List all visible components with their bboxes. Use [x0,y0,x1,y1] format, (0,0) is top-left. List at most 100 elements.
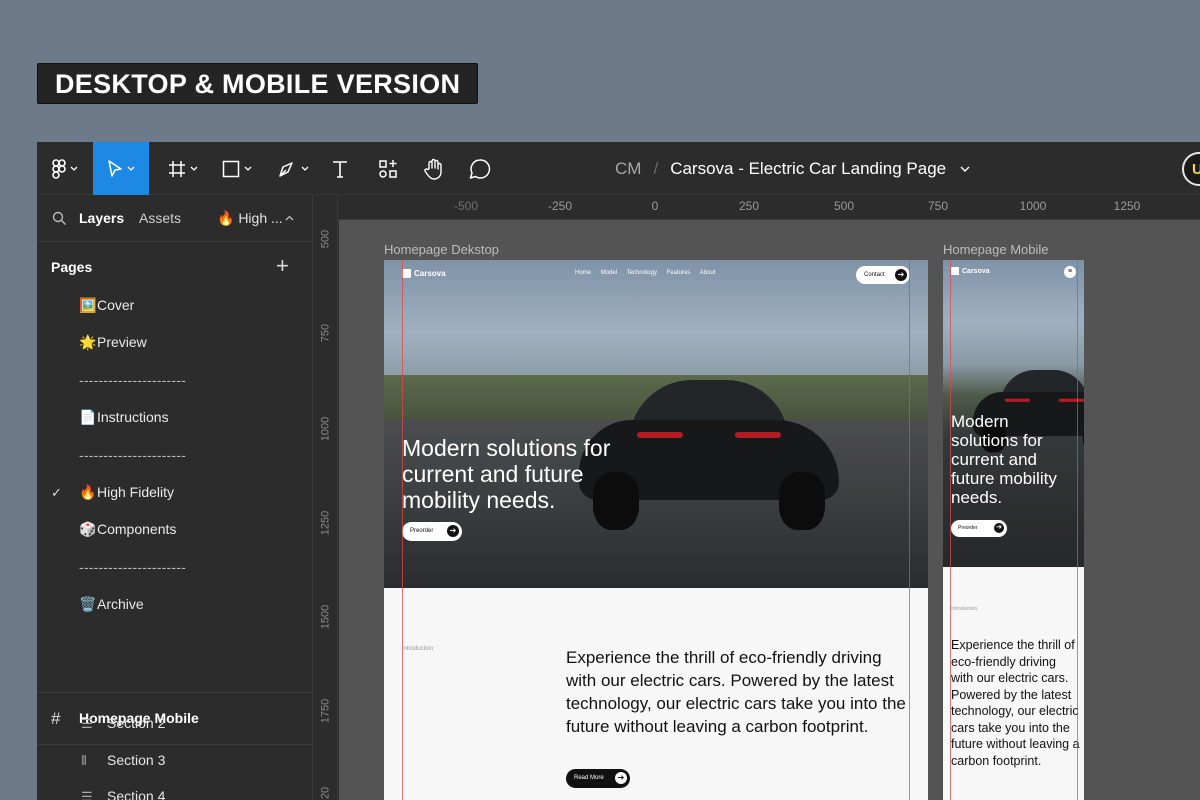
hand-icon [424,158,442,180]
chevron-down-icon[interactable] [960,166,970,172]
mobile-site-logo[interactable]: Carsova [951,267,990,275]
arrow-right-icon: ➔ [447,525,459,537]
chevron-down-icon [127,166,135,171]
preorder-button[interactable]: Preorder ➔ [402,522,462,541]
mobile-hero-headline: Modern solutions for current and future … [951,412,1057,507]
page-item-components[interactable]: 🎲Components [79,521,176,538]
mobile-frame[interactable]: Carsova ≡ Modern solutions for current a… [943,260,1084,800]
pen-tool-button[interactable] [271,142,315,195]
page-item-preview[interactable]: 🌟Preview [79,334,147,351]
nav-link-home[interactable]: Home [575,270,591,276]
page-selector[interactable]: 🔥 High ... [217,195,283,242]
nav-link-model[interactable]: Model [601,270,617,276]
pen-icon [279,161,293,177]
site-navbar: Carsova Home Model Technology Features A… [402,266,910,285]
hero-headline: Modern solutions for current and future … [402,435,611,513]
picture-icon: 🖼️ [79,297,97,313]
star-icon: 🌟 [79,334,97,350]
page-item-high-fidelity[interactable]: 🔥High Fidelity [79,484,174,501]
page-divider[interactable]: ---------------------- [79,372,186,388]
layout-guide [950,260,951,800]
page-label: Preview [97,334,147,350]
page-label: Components [97,521,177,537]
ruler-tick-label: -500 [453,199,479,213]
nav-link-about[interactable]: About [700,270,716,276]
team-name[interactable]: CM [615,159,641,179]
ruler-tick-label: 500 [319,229,332,249]
arrow-right-icon: ➔ [895,269,907,281]
fire-icon: 🔥 [79,484,97,500]
figma-logo-icon [52,158,66,179]
chevron-down-icon [244,166,252,171]
page-divider[interactable]: ---------------------- [79,559,186,575]
page-item-archive[interactable]: 🗑️Archive [79,596,144,613]
logo-mark-icon [402,269,411,278]
ruler-tick-label: 1250 [319,510,332,536]
add-page-icon[interactable]: + [276,255,289,277]
page-item-cover[interactable]: 🖼️Cover [79,297,134,314]
read-more-label: Read More [574,775,604,781]
layer-item-section-2[interactable]: ☰ Section 2 [81,715,165,732]
cursor-arrow-icon [108,159,122,177]
chevron-down-icon [301,166,309,171]
horizontal-ruler: -500 -250 0 250 500 750 1000 1250 [338,195,1200,220]
tab-layers[interactable]: Layers [79,195,124,242]
page-label: ---------------------- [79,372,186,388]
dice-icon: 🎲 [79,521,97,537]
desktop-frame-label[interactable]: Homepage Dekstop [384,242,499,257]
layer-item-section-4[interactable]: ☰ Section 4 [81,788,165,800]
tab-assets[interactable]: Assets [139,195,181,242]
text-tool-button[interactable] [325,142,355,195]
layer-frame-homepage-mobile[interactable]: # Homepage Mobile [37,692,313,745]
layout-guide [909,260,910,800]
intro-paragraph: Experience the thrill of eco-friendly dr… [566,648,906,736]
menu-icon[interactable]: ≡ [1064,266,1076,278]
trash-icon: 🗑️ [79,596,97,612]
layer-item-section-3[interactable]: ⦀ Section 3 [81,752,165,769]
resources-button[interactable] [371,142,405,195]
design-canvas[interactable]: Homepage Dekstop Homepage Mobile Carsova [339,220,1200,800]
nav-link-features[interactable]: Features [667,270,691,276]
nav-link-technology[interactable]: Technology [627,270,657,276]
search-icon[interactable] [52,211,67,226]
comment-tool-button[interactable] [463,142,497,195]
document-icon: 📄 [79,409,97,425]
site-logo[interactable]: Carsova [402,269,446,278]
user-avatar[interactable]: U [1182,152,1200,186]
page-item-instructions[interactable]: 📄Instructions [79,409,169,426]
layer-label: Section 4 [107,788,166,800]
ruler-tick-label: 1000 [319,416,332,442]
text-icon [333,160,347,178]
mobile-preorder-button[interactable]: Preorder ➔ [951,520,1007,537]
file-title-breadcrumb[interactable]: CM / Carsova - Electric Car Landing Page [615,142,970,195]
read-more-button[interactable]: Read More ➔ [566,769,630,788]
ruler-tick-label: 750 [927,199,949,213]
figma-window: CM / Carsova - Electric Car Landing Page… [37,142,1200,800]
chevron-down-icon [190,166,198,171]
move-tool-button[interactable] [93,142,149,195]
comment-bubble-icon [469,158,491,179]
desktop-frame[interactable]: Carsova Home Model Technology Features A… [384,260,928,800]
contact-button[interactable]: Contact ➔ [856,266,910,284]
layout-guide [402,260,403,800]
rectangle-icon [222,160,240,177]
page-label: ---------------------- [79,447,186,463]
ruler-tick-label: 0 [651,199,659,213]
intro-eyebrow: Introduction [402,646,434,652]
hand-tool-button[interactable] [417,142,451,195]
chevron-down-icon [70,166,78,171]
figma-menu-button[interactable] [37,142,93,195]
frame-hash-icon [169,160,185,177]
chevron-up-icon[interactable] [285,215,294,221]
page-divider[interactable]: ---------------------- [79,447,186,463]
preorder-label: Preorder [958,525,978,531]
contact-label: Contact [864,272,885,278]
columns-icon: ⦀ [81,753,87,768]
rows-icon: ☰ [81,716,93,731]
frame-tool-button[interactable] [161,142,205,195]
mobile-frame-label[interactable]: Homepage Mobile [943,242,1049,257]
hero-image [384,260,928,588]
file-name[interactable]: Carsova - Electric Car Landing Page [670,159,946,179]
shape-tool-button[interactable] [215,142,259,195]
left-sidebar: Layers Assets 🔥 High ... Pages + 🖼️Cover… [37,195,313,800]
